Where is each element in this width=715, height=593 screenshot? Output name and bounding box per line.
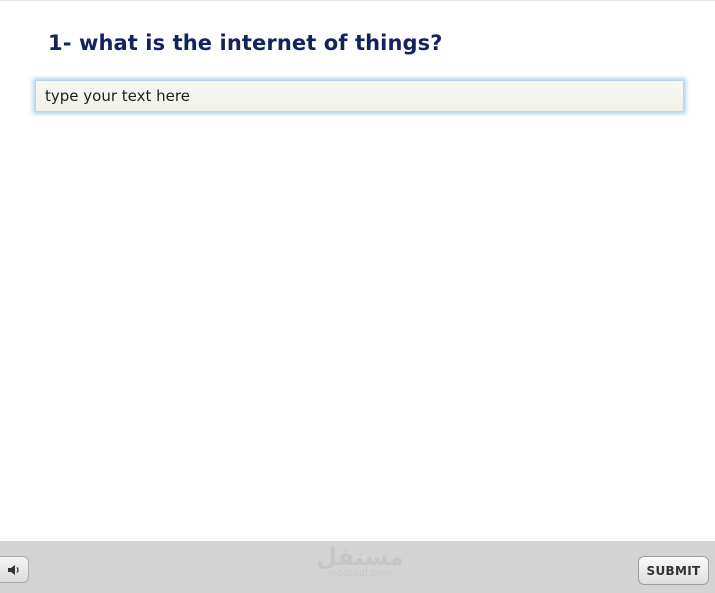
speaker-icon: [8, 564, 19, 575]
quiz-slide: 1- what is the internet of things?: [0, 0, 715, 541]
question-title: 1- what is the internet of things?: [48, 31, 443, 55]
submit-button[interactable]: SUBMIT: [638, 556, 709, 585]
watermark-logo: مستقل: [316, 543, 405, 571]
audio-button[interactable]: [0, 556, 29, 583]
watermark: مستقل mostaql.com: [305, 543, 415, 585]
player-control-bar: مستقل mostaql.com SUBMIT: [0, 541, 715, 593]
answer-text-input[interactable]: [35, 80, 684, 112]
